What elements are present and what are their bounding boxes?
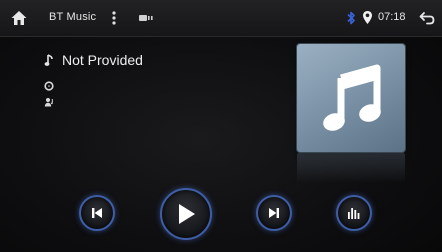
- home-icon: [11, 11, 27, 25]
- back-button[interactable]: [418, 9, 436, 27]
- song-title: Not Provided: [62, 52, 143, 68]
- next-track-button[interactable]: [256, 195, 292, 231]
- album-art: [297, 44, 405, 152]
- bluetooth-icon: [347, 11, 355, 25]
- disc-icon: [44, 81, 54, 91]
- clock: 07:18: [378, 11, 406, 23]
- kebab-menu-icon: [112, 11, 116, 25]
- music-note-icon: [323, 64, 381, 131]
- skip-previous-icon: [92, 208, 102, 218]
- skip-next-icon: [269, 208, 279, 218]
- artist-icon: [44, 98, 53, 107]
- equalizer-button[interactable]: [336, 195, 372, 231]
- bt-music-screen: BT Music 07:18 Not Provided: [0, 0, 442, 252]
- app-title: BT Music: [49, 11, 97, 23]
- back-arrow-icon: [419, 12, 435, 25]
- music-note-icon: [44, 54, 53, 66]
- play-icon: [179, 204, 195, 224]
- album-art-reflection: [297, 153, 405, 183]
- play-button[interactable]: [160, 188, 212, 240]
- menu-button[interactable]: [110, 9, 118, 27]
- home-button[interactable]: [10, 9, 28, 27]
- bt-device-status-icon: [139, 15, 153, 21]
- equalizer-icon: [348, 208, 360, 219]
- status-bar: BT Music 07:18: [0, 0, 442, 37]
- previous-track-button[interactable]: [79, 195, 115, 231]
- location-pin-icon: [363, 11, 372, 24]
